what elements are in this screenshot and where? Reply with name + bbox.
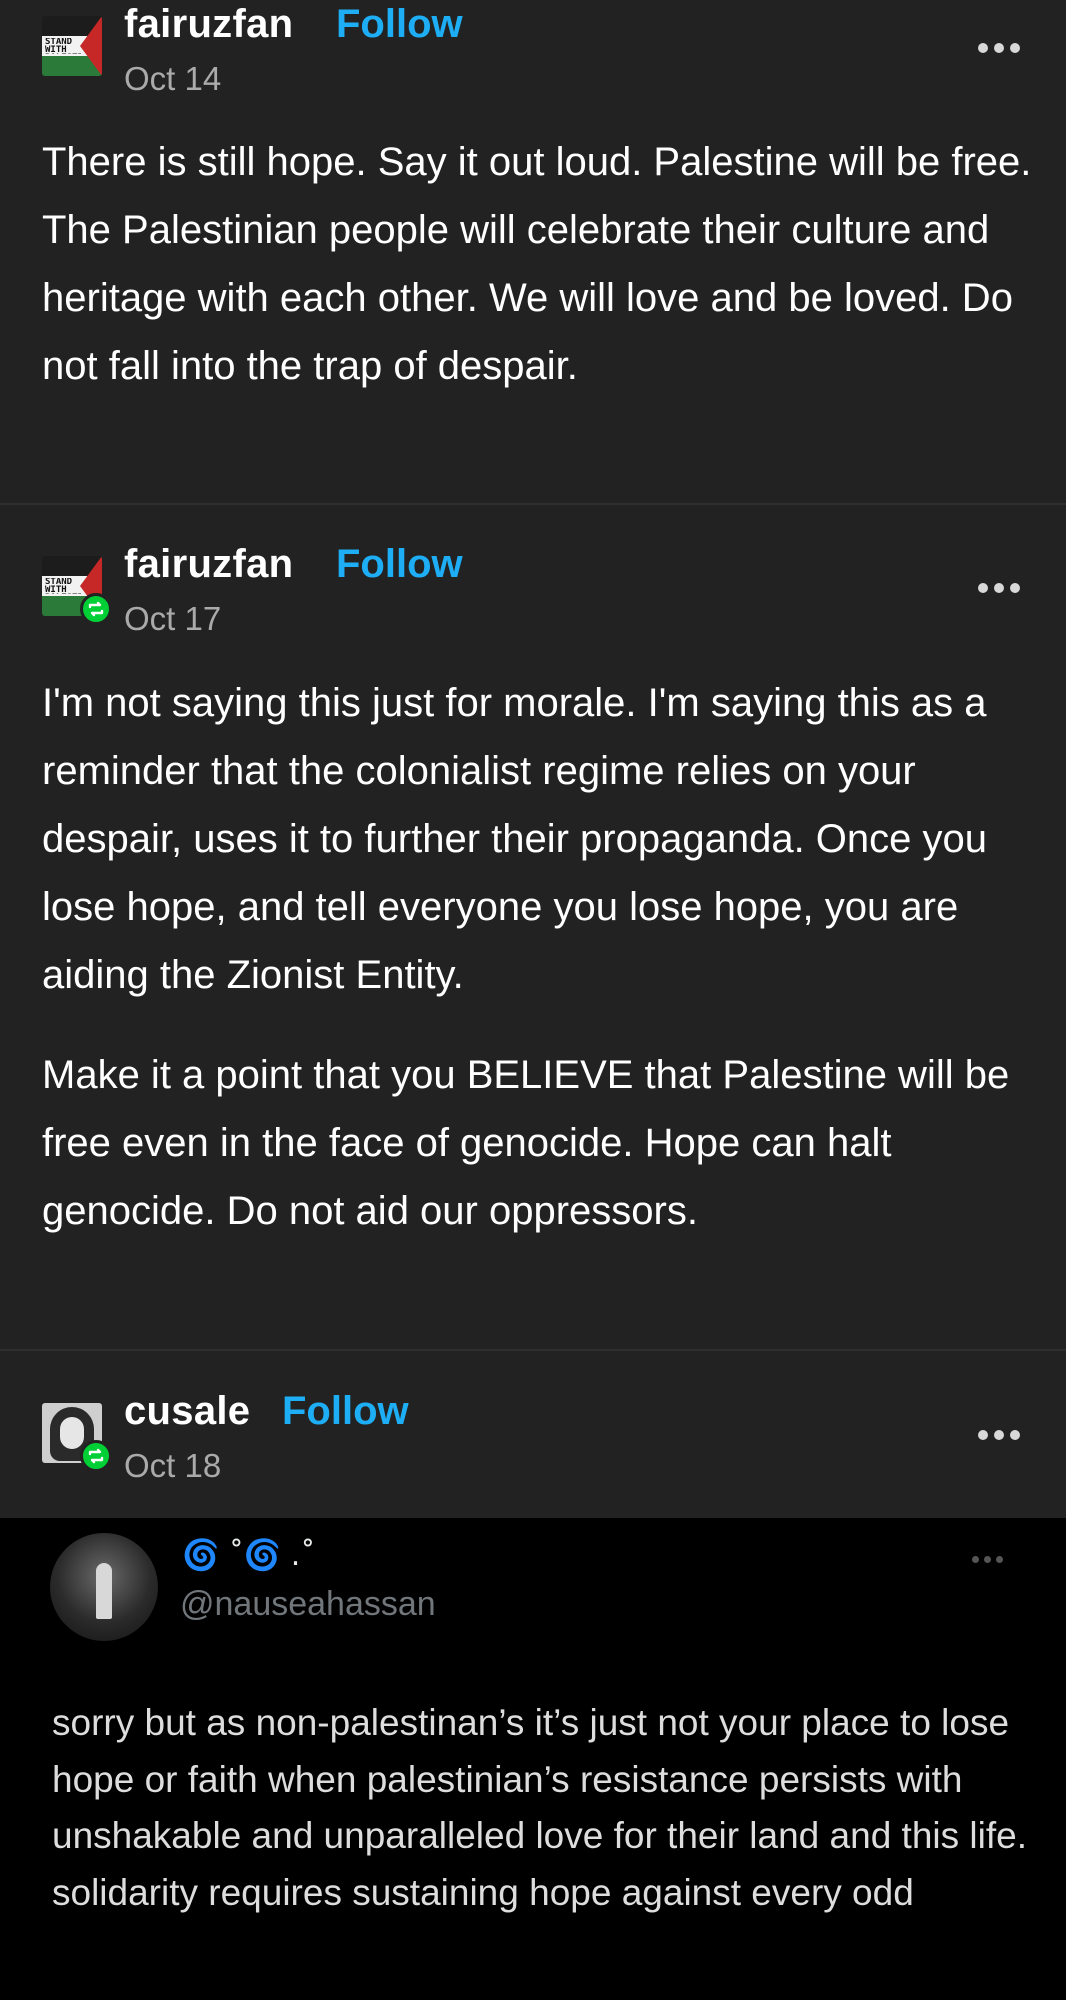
post-2-paragraph: Make it a point that you BELIEVE that Pa… xyxy=(42,1053,1010,1233)
avatar-flag-text: STAND WITH PALESTINE xyxy=(45,38,81,54)
reblog-icon xyxy=(80,593,112,625)
embedded-tweet-handle: @nauseahassan xyxy=(180,1585,436,1623)
post-1-username[interactable]: fairuzfan xyxy=(124,2,293,47)
more-options-icon[interactable] xyxy=(978,40,1028,56)
post-3-date: Oct 18 xyxy=(124,1447,222,1484)
post-3: cusale Follow Oct 18 xyxy=(0,1351,1066,1518)
post-1-follow-button[interactable]: Follow xyxy=(336,2,463,47)
post-2-follow-button[interactable]: Follow xyxy=(336,542,463,587)
post-3-username[interactable]: cusale xyxy=(124,1389,250,1434)
post-2-date: Oct 17 xyxy=(124,600,222,637)
more-options-icon[interactable] xyxy=(978,1427,1028,1443)
post-1-paragraph: There is still hope. Say it out loud. Pa… xyxy=(42,140,1032,388)
post-1-avatar[interactable]: STAND WITH PALESTINE xyxy=(42,16,102,76)
reblog-icon xyxy=(80,1440,112,1472)
post-2-paragraph: I'm not saying this just for morale. I'm… xyxy=(42,681,988,997)
embedded-tweet-text: sorry but as non-palestinan’s it’s just … xyxy=(52,1702,1027,1913)
embedded-tweet-display-name: 🌀 ˚🌀 .˚ xyxy=(182,1538,316,1573)
post-2-username[interactable]: fairuzfan xyxy=(124,542,293,587)
post-2-body: I'm not saying this just for morale. I'm… xyxy=(42,669,1032,1245)
post-3-follow-button[interactable]: Follow xyxy=(282,1389,409,1434)
post-1-body: There is still hope. Say it out loud. Pa… xyxy=(42,128,1032,400)
post-1: STAND WITH PALESTINE fairuzfan Follow Oc… xyxy=(0,0,1066,504)
post-1-date: Oct 14 xyxy=(124,60,222,97)
embedded-tweet-avatar xyxy=(50,1533,158,1641)
avatar-flag-text: STAND WITH PALESTINE xyxy=(45,578,81,594)
embedded-more-icon xyxy=(972,1556,1012,1566)
more-options-icon[interactable] xyxy=(978,580,1028,596)
post-2: STAND WITH PALESTINE fairuzfan Follow Oc… xyxy=(0,505,1066,1348)
